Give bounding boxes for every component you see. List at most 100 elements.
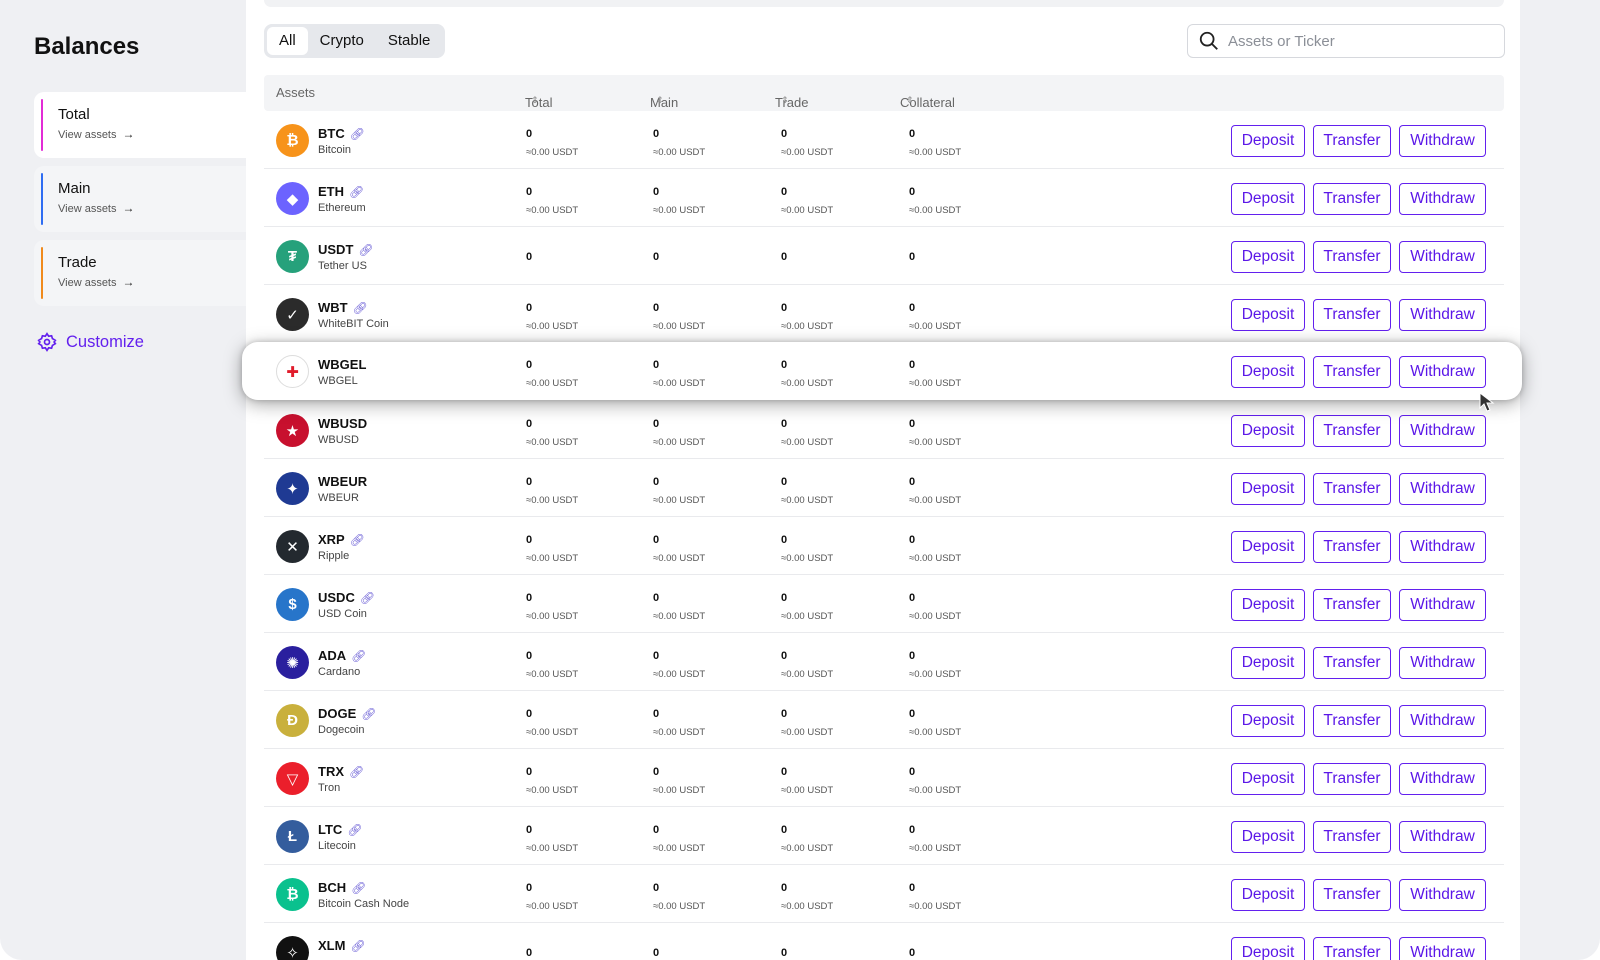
table-row[interactable]: Ð DOGE 🔗︎ Dogecoin 0 ≈0.00 USDT 0 ≈0.00 USDT 0 ≈0… [264, 691, 1504, 749]
link-icon[interactable]: 🔗︎ [353, 301, 368, 315]
deposit-button[interactable]: Deposit [1231, 531, 1305, 563]
tab-all[interactable]: All [267, 27, 308, 55]
deposit-button[interactable]: Deposit [1231, 879, 1305, 911]
sidebar-item-main[interactable]: Main View assets → [34, 166, 246, 232]
deposit-button[interactable]: Deposit [1231, 299, 1305, 331]
transfer-button[interactable]: Transfer [1313, 879, 1391, 911]
deposit-button[interactable]: Deposit [1231, 415, 1305, 447]
asset-ticker[interactable]: BTC 🔗︎ [318, 126, 365, 141]
withdraw-button[interactable]: Withdraw [1399, 299, 1486, 331]
link-icon[interactable]: 🔗︎ [349, 185, 364, 199]
deposit-button[interactable]: Deposit [1231, 763, 1305, 795]
deposit-button[interactable]: Deposit [1231, 589, 1305, 621]
table-row[interactable]: ✺ ADA 🔗︎ Cardano 0 ≈0.00 USDT 0 ≈0.00 USDT 0 ≈0.0… [264, 633, 1504, 691]
transfer-button[interactable]: Transfer [1313, 589, 1391, 621]
link-icon[interactable]: 🔗︎ [349, 765, 364, 779]
deposit-button[interactable]: Deposit [1231, 183, 1305, 215]
search-placeholder: Assets or Ticker [1228, 32, 1335, 50]
link-icon[interactable]: 🔗︎ [351, 649, 366, 663]
withdraw-button[interactable]: Withdraw [1399, 763, 1486, 795]
table-row[interactable]: ✓ WBT 🔗︎ WhiteBIT Coin 0 ≈0.00 USDT 0 ≈0.00 USD… [264, 285, 1504, 343]
view-assets-link[interactable]: View assets → [58, 201, 246, 215]
table-row-highlighted[interactable]: ✚ WBGEL WBGEL 0 ≈0.00 USDT 0 ≈0.00 USDT 0 ≈0.00 … [264, 342, 1504, 400]
withdraw-button[interactable]: Withdraw [1399, 821, 1486, 853]
tab-crypto[interactable]: Crypto [308, 27, 376, 55]
deposit-button[interactable]: Deposit [1231, 821, 1305, 853]
view-assets-link[interactable]: View assets → [58, 127, 246, 141]
asset-ticker[interactable]: ADA 🔗︎ [318, 648, 366, 663]
sidebar-item-total[interactable]: Total View assets → [34, 92, 246, 158]
asset-ticker[interactable]: WBT 🔗︎ [318, 300, 368, 315]
withdraw-button[interactable]: Withdraw [1399, 531, 1486, 563]
asset-ticker[interactable]: ETH 🔗︎ [318, 184, 364, 199]
transfer-button[interactable]: Transfer [1313, 125, 1391, 157]
link-icon[interactable]: 🔗︎ [358, 243, 373, 257]
asset-ticker[interactable]: TRX 🔗︎ [318, 764, 364, 779]
asset-ticker[interactable]: USDT 🔗︎ [318, 242, 374, 257]
transfer-button[interactable]: Transfer [1313, 241, 1391, 273]
asset-ticker[interactable]: DOGE 🔗︎ [318, 706, 377, 721]
withdraw-button[interactable]: Withdraw [1399, 647, 1486, 679]
table-row[interactable]: ✧ XLM 🔗︎ 0 0 0 0 Deposit Transfer Withdraw [264, 923, 1504, 960]
transfer-button[interactable]: Transfer [1313, 763, 1391, 795]
link-icon[interactable]: 🔗︎ [360, 591, 375, 605]
transfer-button[interactable]: Transfer [1313, 299, 1391, 331]
withdraw-button[interactable]: Withdraw [1399, 879, 1486, 911]
transfer-button[interactable]: Transfer [1313, 705, 1391, 737]
deposit-button[interactable]: Deposit [1231, 705, 1305, 737]
table-row[interactable]: ▽ TRX 🔗︎ Tron 0 ≈0.00 USDT 0 ≈0.00 USDT 0 ≈0.00 U… [264, 749, 1504, 807]
withdraw-button[interactable]: Withdraw [1399, 183, 1486, 215]
table-row[interactable]: ₿ BTC 🔗︎ Bitcoin 0 ≈0.00 USDT 0 ≈0.00 USDT 0 ≈0.0… [264, 111, 1504, 169]
deposit-button[interactable]: Deposit [1231, 473, 1305, 505]
withdraw-button[interactable]: Withdraw [1399, 125, 1486, 157]
link-icon[interactable]: 🔗︎ [351, 881, 366, 895]
transfer-button[interactable]: Transfer [1313, 473, 1391, 505]
asset-name: WBEUR [318, 492, 359, 504]
table-row[interactable]: ₿ BCH 🔗︎ Bitcoin Cash Node 0 ≈0.00 USDT 0 ≈0.00… [264, 865, 1504, 923]
asset-ticker[interactable]: BCH 🔗︎ [318, 880, 366, 895]
table-row[interactable]: ◆ ETH 🔗︎ Ethereum 0 ≈0.00 USDT 0 ≈0.00 USDT 0 ≈0.… [264, 169, 1504, 227]
deposit-button[interactable]: Deposit [1231, 241, 1305, 273]
link-icon[interactable]: 🔗︎ [347, 823, 362, 837]
table-row[interactable]: ✦ WBEUR WBEUR 0 ≈0.00 USDT 0 ≈0.00 USDT 0 ≈0.00 … [264, 459, 1504, 517]
asset-ticker[interactable]: WBUSD [318, 416, 367, 431]
link-icon[interactable]: 🔗︎ [350, 939, 365, 953]
link-icon[interactable]: 🔗︎ [350, 533, 365, 547]
transfer-button[interactable]: Transfer [1313, 415, 1391, 447]
asset-ticker[interactable]: USDC 🔗︎ [318, 590, 375, 605]
transfer-button[interactable]: Transfer [1313, 183, 1391, 215]
asset-ticker[interactable]: WBEUR [318, 474, 367, 489]
transfer-button[interactable]: Transfer [1313, 531, 1391, 563]
withdraw-button[interactable]: Withdraw [1399, 241, 1486, 273]
table-row[interactable]: ★ WBUSD WBUSD 0 ≈0.00 USDT 0 ≈0.00 USDT 0 ≈0.00 … [264, 401, 1504, 459]
table-row[interactable]: $ USDC 🔗︎ USD Coin 0 ≈0.00 USDT 0 ≈0.00 USDT 0 ≈0… [264, 575, 1504, 633]
transfer-button[interactable]: Transfer [1313, 356, 1391, 388]
link-icon[interactable]: 🔗︎ [361, 707, 376, 721]
tab-stable[interactable]: Stable [376, 27, 443, 55]
withdraw-button[interactable]: Withdraw [1399, 589, 1486, 621]
deposit-button[interactable]: Deposit [1231, 647, 1305, 679]
deposit-button[interactable]: Deposit [1231, 125, 1305, 157]
link-icon[interactable]: 🔗︎ [350, 127, 365, 141]
search-input[interactable]: Assets or Ticker [1187, 24, 1505, 58]
withdraw-button[interactable]: Withdraw [1399, 937, 1486, 960]
transfer-button[interactable]: Transfer [1313, 937, 1391, 960]
withdraw-button[interactable]: Withdraw [1399, 415, 1486, 447]
table-row[interactable]: Ł LTC 🔗︎ Litecoin 0 ≈0.00 USDT 0 ≈0.00 USDT 0 ≈0.… [264, 807, 1504, 865]
asset-ticker[interactable]: LTC 🔗︎ [318, 822, 363, 837]
withdraw-button[interactable]: Withdraw [1399, 705, 1486, 737]
asset-ticker[interactable]: XRP 🔗︎ [318, 532, 365, 547]
table-row[interactable]: ✕ XRP 🔗︎ Ripple 0 ≈0.00 USDT 0 ≈0.00 USDT 0 ≈0.00… [264, 517, 1504, 575]
withdraw-button[interactable]: Withdraw [1399, 356, 1486, 388]
withdraw-button[interactable]: Withdraw [1399, 473, 1486, 505]
deposit-button[interactable]: Deposit [1231, 356, 1305, 388]
customize-button[interactable]: Customize [37, 332, 144, 352]
transfer-button[interactable]: Transfer [1313, 647, 1391, 679]
table-row[interactable]: ₮ USDT 🔗︎ Tether US 0 0 0 0 Deposit Transfer Withd… [264, 227, 1504, 285]
view-assets-link[interactable]: View assets → [58, 275, 246, 289]
transfer-button[interactable]: Transfer [1313, 821, 1391, 853]
deposit-button[interactable]: Deposit [1231, 937, 1305, 960]
asset-ticker[interactable]: XLM 🔗︎ [318, 938, 366, 953]
sidebar-item-trade[interactable]: Trade View assets → [34, 240, 246, 306]
asset-ticker[interactable]: WBGEL [318, 357, 366, 372]
